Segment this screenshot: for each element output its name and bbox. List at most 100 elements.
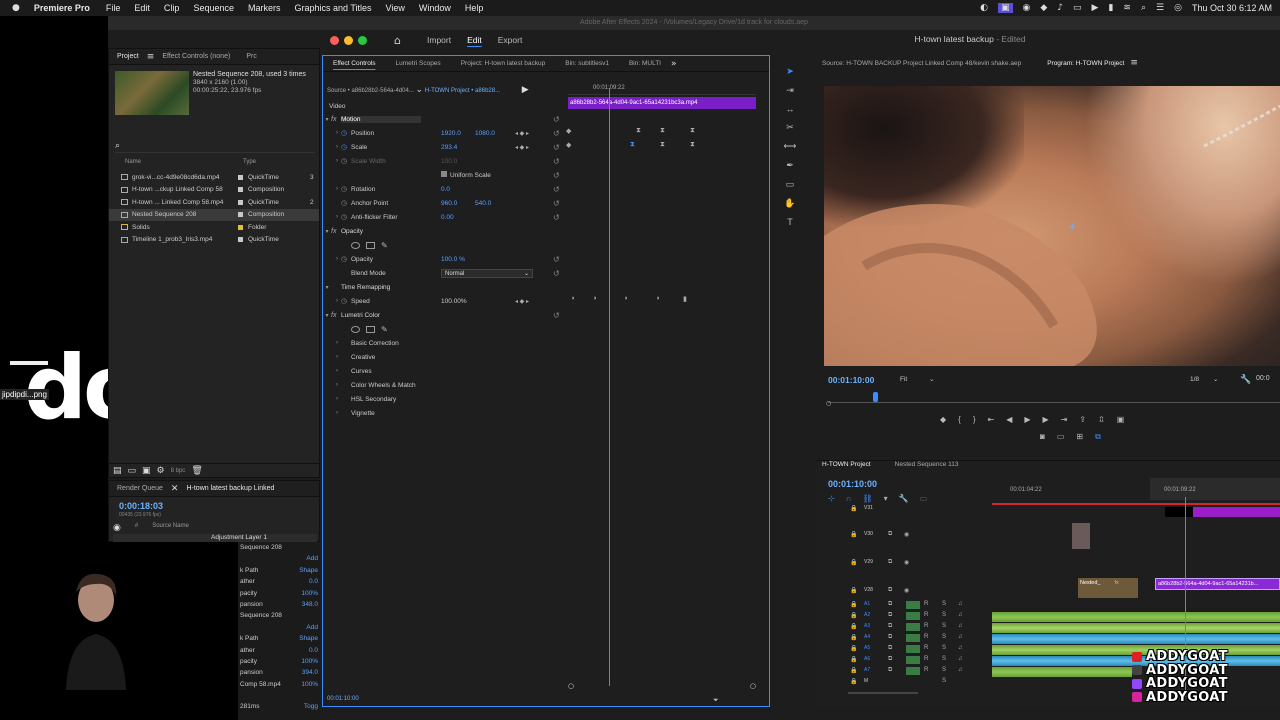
keyframe-marker[interactable]: ⧗ bbox=[660, 141, 665, 149]
tab-source-monitor[interactable]: Source: H-TOWN BACKUP Project Linked Com… bbox=[822, 60, 1021, 67]
rectangle-mask-icon[interactable] bbox=[366, 325, 375, 333]
solo-icon[interactable]: S bbox=[942, 656, 946, 662]
reset-icon[interactable]: ↺ bbox=[553, 115, 560, 124]
stopwatch-icon[interactable]: ◷ bbox=[341, 297, 351, 305]
control-center-icon[interactable]: ☰ bbox=[1156, 3, 1164, 13]
twirl-icon[interactable]: ▾ bbox=[323, 284, 331, 291]
lock-icon[interactable]: 🔒 bbox=[850, 505, 857, 512]
desktop-file-label[interactable]: jipdipdi...png bbox=[0, 389, 49, 400]
window-zoom-button[interactable] bbox=[358, 36, 367, 45]
prop-row[interactable]: Sequence 208 bbox=[238, 542, 320, 553]
prop-scale[interactable]: › ◷ Scale 293.4 ◂ ◆ ▸ ↺ bbox=[323, 140, 568, 154]
timeline-clip[interactable] bbox=[1072, 523, 1090, 549]
display-icon[interactable]: ▭ bbox=[1073, 3, 1082, 13]
timeline-clip-purple[interactable]: a86b28b2-564a-4d04-9ac1-65a14231b... bbox=[1155, 578, 1280, 590]
prop-row[interactable]: Add bbox=[238, 553, 320, 564]
more-tabs-icon[interactable]: » bbox=[671, 59, 677, 69]
tab-project-htown[interactable]: Project: H-town latest backup bbox=[451, 60, 556, 67]
track-target[interactable] bbox=[906, 667, 920, 675]
twirl-icon[interactable]: › bbox=[333, 368, 341, 374]
lumetri-vignette[interactable]: › Vignette bbox=[323, 406, 568, 420]
timeline-clip[interactable] bbox=[1193, 507, 1280, 517]
timeline-clip-nested[interactable]: Nested_ fx bbox=[1078, 578, 1138, 598]
menu-help[interactable]: Help bbox=[465, 3, 484, 13]
menu-view[interactable]: View bbox=[386, 3, 405, 13]
lumetri-curves[interactable]: › Curves bbox=[323, 364, 568, 378]
timeline-timecode[interactable]: 00:01:10:00 bbox=[828, 479, 877, 489]
reset-icon[interactable]: ↺ bbox=[553, 213, 560, 222]
tab-comp[interactable]: H-town latest backup Linked bbox=[178, 485, 282, 492]
audio-clip[interactable] bbox=[992, 612, 1280, 622]
prop-row[interactable]: k Path Shape bbox=[238, 565, 320, 576]
eye-icon[interactable]: ◉ bbox=[904, 531, 909, 538]
prop-rotation[interactable]: › ◷ Rotation 0.0 ↺ bbox=[323, 182, 568, 196]
prop-row[interactable]: Sequence 208 bbox=[238, 610, 320, 621]
prop-row[interactable]: Comp 58.mp4 100% bbox=[238, 679, 320, 690]
tab-prc[interactable]: Prc bbox=[238, 53, 265, 60]
settings-icon[interactable]: ⚙ bbox=[157, 466, 165, 476]
cc-icon[interactable]: ◐ bbox=[980, 3, 988, 13]
reset-icon[interactable]: ↺ bbox=[553, 143, 560, 152]
reset-icon[interactable]: ↺ bbox=[553, 129, 560, 138]
menu-sequence[interactable]: Sequence bbox=[193, 3, 234, 13]
reset-icon[interactable]: ↺ bbox=[553, 171, 560, 180]
fx-icon[interactable]: fx bbox=[331, 228, 341, 235]
wrench-icon[interactable]: 🔧 bbox=[1240, 375, 1251, 385]
rectangle-mask-icon[interactable] bbox=[366, 241, 375, 249]
add-marker-icon[interactable]: ◆ bbox=[940, 415, 946, 424]
menu-graphics-and-titles[interactable]: Graphics and Titles bbox=[295, 3, 372, 13]
keyframe-marker[interactable]: ⧗ bbox=[690, 141, 695, 149]
sync-lock-icon[interactable]: ⧉ bbox=[888, 601, 892, 608]
mic-icon[interactable]: ♫ bbox=[958, 656, 963, 662]
sync-lock-icon[interactable]: ⧉ bbox=[888, 667, 892, 674]
keyframe-marker[interactable]: ◆ bbox=[566, 127, 571, 135]
volume-icon[interactable]: ♪ bbox=[1057, 3, 1063, 13]
lock-icon[interactable]: 🔒 bbox=[850, 612, 857, 619]
track-v29[interactable]: 🔒 V29 ⧉ ◉ bbox=[816, 559, 1280, 569]
tab-bin-subtitles[interactable]: Bin: subtitlesv1 bbox=[555, 60, 619, 67]
program-playhead[interactable] bbox=[873, 392, 878, 402]
marker-icon[interactable]: ▾ bbox=[884, 494, 888, 503]
track-target[interactable] bbox=[906, 634, 920, 642]
track-target[interactable] bbox=[906, 623, 920, 631]
fx-icon[interactable]: fx bbox=[331, 312, 341, 319]
twirl-icon[interactable]: › bbox=[333, 186, 341, 192]
go-to-out-icon[interactable]: ⇥ bbox=[1061, 415, 1068, 424]
scroll-handle-right[interactable]: ○ bbox=[750, 682, 756, 690]
lumetri-hsl-secondary[interactable]: › HSL Secondary bbox=[323, 392, 568, 406]
window-minimize-button[interactable] bbox=[344, 36, 353, 45]
track-target[interactable] bbox=[906, 645, 920, 653]
mic-icon[interactable]: ♫ bbox=[958, 601, 963, 607]
solo-icon[interactable]: S bbox=[942, 634, 946, 640]
keyframe-marker[interactable]: ⧗ bbox=[630, 141, 635, 149]
solo-icon[interactable]: S bbox=[942, 612, 946, 618]
lock-icon[interactable]: 🔒 bbox=[850, 656, 857, 663]
twirl-icon[interactable]: › bbox=[333, 144, 341, 150]
record-icon[interactable]: R bbox=[924, 623, 928, 629]
go-to-in-icon[interactable]: ⇤ bbox=[988, 415, 995, 424]
speed-value[interactable]: 100.00% bbox=[441, 298, 467, 305]
lock-icon[interactable]: 🔒 bbox=[850, 559, 857, 566]
lumetri-creative[interactable]: › Creative bbox=[323, 350, 568, 364]
export-frame-icon[interactable]: ▣ bbox=[1117, 415, 1125, 424]
lock-icon[interactable]: 🔒 bbox=[850, 531, 857, 538]
twirl-icon[interactable]: › bbox=[333, 340, 341, 346]
hand-tool-icon[interactable]: ✋ bbox=[784, 198, 795, 209]
sync-lock-icon[interactable]: ⧉ bbox=[888, 559, 892, 566]
close-icon[interactable]: ✕ bbox=[171, 484, 179, 494]
record-icon[interactable]: ◉ bbox=[1023, 3, 1031, 13]
menu-edit[interactable]: Edit bbox=[134, 3, 150, 13]
track-target[interactable] bbox=[906, 656, 920, 664]
prop-row[interactable]: k Path Shape bbox=[238, 633, 320, 644]
sync-lock-icon[interactable]: ⧉ bbox=[888, 623, 892, 630]
record-icon[interactable]: R bbox=[924, 645, 928, 651]
ellipse-mask-icon[interactable] bbox=[351, 325, 360, 333]
lock-icon[interactable]: 🔒 bbox=[850, 587, 857, 594]
razor-icon[interactable]: ✂ bbox=[786, 122, 794, 133]
scroll-handle-left[interactable]: ○ bbox=[568, 682, 574, 690]
extract-icon[interactable]: ⇫ bbox=[1098, 415, 1105, 424]
tab-bin-multi[interactable]: Bin: MULTI bbox=[619, 60, 671, 67]
blend-mode-select[interactable]: Normal ⌄ bbox=[441, 268, 533, 278]
reset-icon[interactable]: ↺ bbox=[553, 311, 560, 320]
list-item[interactable]: grok-vi...cc-4d9e08cd6da.mp4 QuickTime 3 bbox=[109, 171, 319, 184]
